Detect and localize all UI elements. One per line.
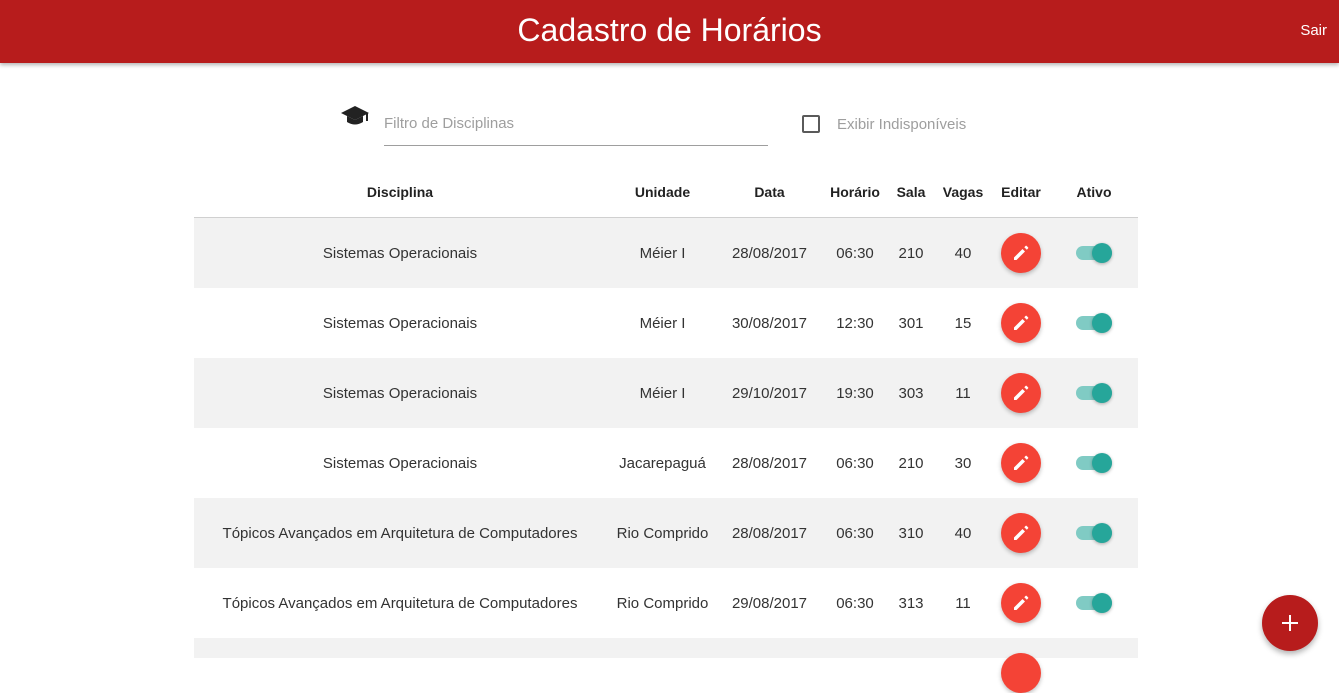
header-unit: Unidade	[634, 184, 691, 200]
table-row: Sistemas Operacionais Jacarepaguá 28/08/20…	[194, 428, 1138, 498]
toggle-knob	[1092, 453, 1112, 473]
page-title: Cadastro de Horários	[517, 12, 822, 48]
active-toggle[interactable]	[1076, 383, 1112, 403]
edit-button[interactable]	[1001, 583, 1041, 623]
schedule-table: Disciplina Unidade Data Horário Sala Vag…	[194, 168, 1138, 693]
toggle-knob	[1092, 383, 1112, 403]
cell-date: 28/08/2017	[731, 525, 808, 542]
cell-room: 313	[898, 595, 924, 612]
add-schedule-button[interactable]	[1262, 595, 1318, 651]
cell-unit: Rio Comprido	[616, 595, 709, 612]
edit-button[interactable]	[1001, 653, 1041, 693]
table-body: Sistemas Operacionais Méier I 28/08/2017 06…	[194, 218, 1138, 638]
cell-room: 210	[898, 455, 924, 472]
cell-vacancies: 40	[954, 245, 972, 262]
cell-vacancies: 11	[955, 385, 971, 402]
show-unavailable-label: Exibir Indisponíveis	[837, 116, 967, 133]
cell-vacancies: 11	[955, 595, 971, 612]
cell-unit: Rio Comprido	[616, 525, 709, 542]
cell-unit: Méier I	[639, 315, 686, 332]
cell-time: 19:30	[836, 385, 874, 402]
cell-room: 310	[898, 525, 924, 542]
cell-unit: Méier I	[639, 385, 686, 402]
discipline-filter-input[interactable]	[384, 110, 768, 146]
pencil-icon	[1014, 385, 1029, 400]
cell-room: 301	[898, 315, 924, 332]
header-vacancies: Vagas	[942, 184, 984, 200]
active-toggle[interactable]	[1076, 593, 1112, 613]
table-row-partial	[194, 638, 1138, 693]
cell-vacancies: 30	[954, 455, 972, 472]
table-row: Tópicos Avançados em Arquitetura de Comp…	[194, 498, 1138, 568]
toggle-knob	[1092, 243, 1112, 263]
cell-vacancies: 40	[954, 525, 972, 542]
header-date: Data	[754, 184, 785, 200]
cell-time: 06:30	[836, 245, 874, 262]
header-active: Ativo	[1076, 184, 1112, 200]
app-header: Cadastro de Horários Sair	[0, 0, 1339, 63]
cell-date: 28/08/2017	[731, 455, 808, 472]
cell-time: 06:30	[836, 525, 874, 542]
table-row: Sistemas Operacionais Méier I 30/08/2017 12…	[194, 288, 1138, 358]
cell-room: 210	[898, 245, 924, 262]
header-room: Sala	[896, 184, 926, 200]
cell-date: 28/08/2017	[731, 245, 808, 262]
cell-unit: Jacarepaguá	[619, 455, 706, 472]
pencil-icon	[1014, 525, 1029, 540]
header-discipline: Disciplina	[366, 184, 434, 200]
active-toggle[interactable]	[1076, 453, 1112, 473]
active-toggle[interactable]	[1076, 243, 1112, 263]
pencil-icon	[1014, 245, 1029, 260]
header-edit: Editar	[1001, 184, 1041, 200]
active-toggle[interactable]	[1076, 313, 1112, 333]
toggle-knob	[1092, 593, 1112, 613]
pencil-icon	[1014, 595, 1029, 610]
cell-vacancies: 15	[954, 315, 972, 332]
graduation-cap-icon	[340, 104, 370, 128]
cell-time: 06:30	[836, 455, 874, 472]
cell-date: 30/08/2017	[731, 315, 808, 332]
plus-icon	[1282, 615, 1298, 631]
filter-bar: Exibir Indisponíveis	[0, 96, 1339, 156]
cell-discipline: Sistemas Operacionais	[322, 455, 478, 472]
active-toggle[interactable]	[1076, 523, 1112, 543]
table-header: Disciplina Unidade Data Horário Sala Vag…	[194, 168, 1138, 218]
cell-discipline: Tópicos Avançados em Arquitetura de Comp…	[222, 525, 578, 542]
table-row: Sistemas Operacionais Méier I 29/10/2017 19…	[194, 358, 1138, 428]
header-time: Horário	[830, 184, 880, 200]
table-row: Tópicos Avançados em Arquitetura de Comp…	[194, 568, 1138, 638]
pencil-icon	[1014, 455, 1029, 470]
logout-link[interactable]: Sair	[1300, 22, 1327, 39]
cell-date: 29/08/2017	[731, 595, 808, 612]
pencil-icon	[1014, 315, 1029, 330]
cell-discipline: Sistemas Operacionais	[322, 385, 478, 402]
edit-button[interactable]	[1001, 303, 1041, 343]
edit-button[interactable]	[1001, 233, 1041, 273]
edit-button[interactable]	[1001, 373, 1041, 413]
cell-date: 29/10/2017	[731, 385, 808, 402]
cell-discipline: Sistemas Operacionais	[322, 315, 478, 332]
cell-room: 303	[898, 385, 924, 402]
table-row: Sistemas Operacionais Méier I 28/08/2017 06…	[194, 218, 1138, 288]
cell-unit: Méier I	[639, 245, 686, 262]
toggle-knob	[1092, 313, 1112, 333]
cell-discipline: Sistemas Operacionais	[322, 245, 478, 262]
toggle-knob	[1092, 523, 1112, 543]
show-unavailable-checkbox[interactable]	[802, 115, 820, 133]
cell-time: 12:30	[836, 315, 874, 332]
cell-discipline: Tópicos Avançados em Arquitetura de Comp…	[222, 595, 578, 612]
edit-button[interactable]	[1001, 513, 1041, 553]
cell-time: 06:30	[836, 595, 874, 612]
edit-button[interactable]	[1001, 443, 1041, 483]
